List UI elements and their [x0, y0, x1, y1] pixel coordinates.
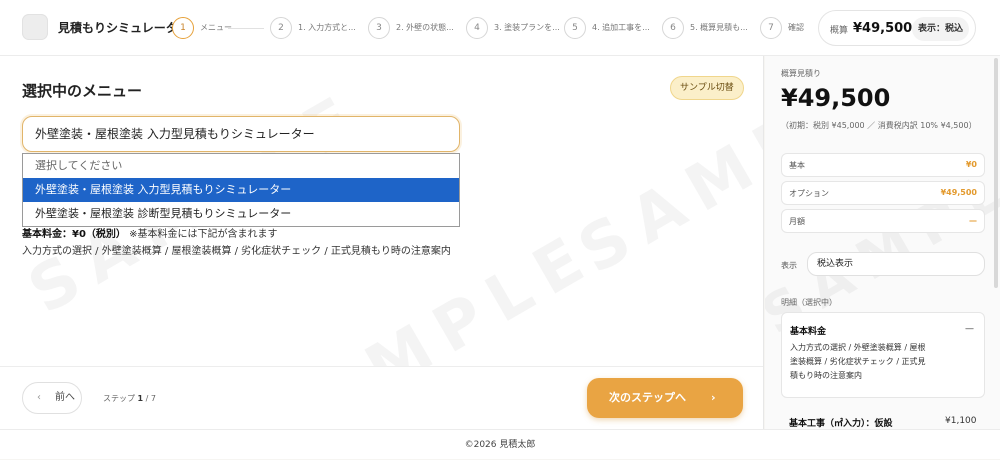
total-caption: 概算 [830, 26, 849, 36]
main-panel: SAMPLE SAMPLE SAMPLE 選択中のメニュー サンプル切替 外壁塗… [0, 56, 764, 429]
summary-label: 基本 [789, 161, 805, 170]
summary-value: ¥49,500 [940, 188, 977, 197]
app-logo-icon [22, 14, 48, 40]
basic-fee-note: ※基本料金には下記が含まれます [129, 229, 278, 240]
display-select[interactable]: 税込表示 [807, 252, 985, 276]
prev-button[interactable]: ‹ 前へ [22, 382, 82, 414]
estimate-sidebar: SAMPLE 概算見積り ¥49,500 （初期：税別 ¥45,000 ／ 消費… [765, 56, 1000, 429]
detail-item-price: ¥1,100 [945, 416, 977, 426]
section-title: 選択中のメニュー [22, 82, 143, 100]
step-label: 確認 [788, 23, 804, 32]
summary-row-basic: 基本 ¥0 [781, 153, 985, 177]
summary-label: オプション [789, 189, 829, 198]
display-label: 表示 [781, 261, 797, 270]
detail-card: 基本料金 — 入力方式の選択 / 外壁塗装概算 / 屋根塗装概算 / 劣化症状チ… [781, 312, 985, 398]
step-label: 1. 入力方式と... [298, 23, 356, 32]
sidebar-scrollbar[interactable] [994, 58, 998, 288]
page-footer: ©2026 見積太郎 [0, 429, 1000, 459]
summary-value: — [969, 216, 977, 225]
summary-row-monthly: 月額 — [781, 209, 985, 233]
step-connector [228, 28, 264, 29]
prev-label: 前へ [55, 392, 75, 403]
summary-row-option: オプション ¥49,500 [781, 181, 985, 205]
menu-description: 入力方式の選択 / 外壁塗装概算 / 屋根塗装概算 / 劣化症状チェック / 正… [22, 246, 451, 257]
menu-dropdown-list: 選択してください 外壁塗装・屋根塗装 入力型見積もりシミュレーター 外壁塗装・屋… [22, 153, 460, 227]
dropdown-option-selected[interactable]: 外壁塗装・屋根塗装 入力型見積もりシミュレーター [23, 178, 459, 202]
summary-value: ¥0 [965, 160, 977, 169]
step-number: 1 [172, 17, 194, 39]
detail-item-name: 基本工事（㎡入力）：仮設 [789, 419, 893, 429]
step-total: / 7 [143, 394, 156, 403]
step-number: 7 [760, 17, 782, 39]
step-prefix: ステップ [103, 394, 135, 403]
detail-name: 基本料金 [790, 327, 827, 337]
sample-toggle-button[interactable]: サンプル切替 [670, 76, 744, 100]
basic-fee-label: 基本料金：¥0（税別） [22, 229, 126, 240]
next-label: 次のステップへ [609, 391, 686, 404]
sidebar-breakdown: （初期：税別 ¥45,000 ／ 消費税内訳 10% ¥4,500） [781, 121, 977, 130]
dropdown-option[interactable]: 選択してください [23, 154, 459, 178]
app-title: 見積もりシミュレーター [58, 21, 190, 35]
detail-caption: 明細（選択中） [781, 298, 837, 307]
step-navigation: ‹ 前へ ステップ 1 / 7 次のステップへ › [0, 366, 763, 429]
chevron-left-icon: ‹ [37, 392, 41, 403]
basic-fee-line: 基本料金：¥0（税別） ※基本料金には下記が含まれます [22, 225, 278, 240]
step-label: 4. 追加工事を... [592, 23, 650, 32]
display-mode-badge[interactable]: 表示：税込 [911, 17, 969, 41]
detail-value: — [965, 324, 974, 334]
sidebar-total-amount: ¥49,500 [781, 84, 891, 112]
chevron-right-icon: › [711, 391, 716, 404]
sidebar-caption: 概算見積り [781, 69, 821, 78]
step-counter: ステップ 1 / 7 [103, 393, 156, 404]
dropdown-option[interactable]: 外壁塗装・屋根塗装 診断型見積もりシミュレーター [23, 202, 459, 226]
step-number: 3 [368, 17, 390, 39]
step-number: 6 [662, 17, 684, 39]
step-number: 2 [270, 17, 292, 39]
step-label: メニュー [200, 23, 232, 32]
next-step-button[interactable]: 次のステップへ › [587, 378, 743, 418]
step-number: 5 [564, 17, 586, 39]
summary-label: 月額 [789, 217, 805, 226]
total-amount: ¥49,500 [853, 21, 913, 36]
menu-select[interactable]: 外壁塗装・屋根塗装 入力型見積もりシミュレーター [22, 116, 460, 152]
top-header: 見積もりシミュレーター 1 メニュー 2 1. 入力方式と... 3 2. 外壁… [0, 0, 1000, 56]
step-number: 4 [466, 17, 488, 39]
detail-text: 入力方式の選択 / 外壁塗装概算 / 屋根塗装概算 / 劣化症状チェック / 正… [790, 343, 926, 380]
step-label: 2. 外壁の状態... [396, 23, 454, 32]
step-label: 5. 概算見積も... [690, 23, 748, 32]
step-label: 3. 塗装プランを... [494, 23, 560, 32]
header-total-pill: 概算 ¥49,500 表示：税込 [818, 10, 976, 46]
